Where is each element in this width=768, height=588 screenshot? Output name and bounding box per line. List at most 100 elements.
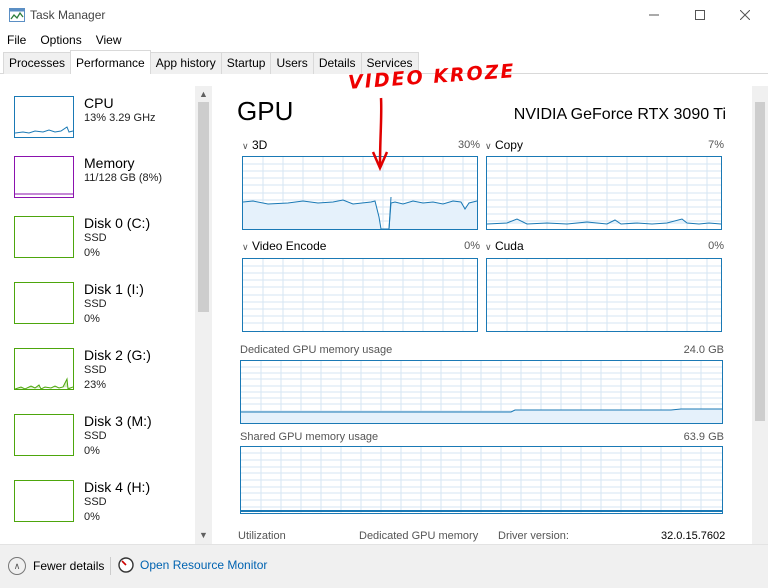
engine-percent: 0% [708,240,724,252]
status-footer: ∧ Fewer details Open Resource Monitor [0,544,768,588]
open-resource-monitor-link[interactable]: Open Resource Monitor [118,557,267,573]
scroll-down-arrow-icon[interactable]: ▼ [199,530,208,540]
sidebar-item-value: 23% [84,379,107,391]
gpu-model-name: NVIDIA GeForce RTX 3090 Ti [513,106,726,123]
sidebar-item-disk-0[interactable]: Disk 0 (C:) SSD 0% [0,212,195,272]
menu-options[interactable]: Options [33,31,88,49]
scroll-up-arrow-icon[interactable]: ▲ [199,89,208,99]
sidebar-item-title: Disk 4 (H:) [84,479,151,495]
close-icon [740,10,750,20]
engine-name: 3D [251,138,268,152]
engine-selector-cuda[interactable]: ∨ Cuda [485,239,524,253]
tab-processes[interactable]: Processes [3,52,72,74]
menu-file[interactable]: File [0,31,33,49]
cpu-mini-chart [14,126,74,134]
close-button[interactable] [722,0,768,30]
utilization-label: Utilization [238,530,286,542]
shared-memory-graph [240,446,723,514]
sidebar-scroll-thumb[interactable] [198,102,209,312]
sidebar-item-detail: SSD [84,496,107,508]
disk-4-thumbnail-graph [14,480,74,522]
sidebar-item-disk-3[interactable]: Disk 3 (M:) SSD 0% [0,410,195,470]
engine-selector-copy[interactable]: ∨ Copy [485,138,523,152]
engine-name: Copy [494,138,523,152]
sidebar-item-title: Disk 0 (C:) [84,215,151,231]
open-resource-monitor-label: Open Resource Monitor [140,558,268,572]
engine-percent: 30% [457,139,480,151]
disk-2-thumbnail-graph [14,348,74,390]
task-manager-window: Task Manager File Options View Processes… [0,0,768,588]
window-title: Task Manager [30,8,106,22]
sidebar-item-title: CPU [84,95,114,111]
engine-percent: 0% [464,240,480,252]
sidebar-item-detail: SSD [84,298,107,310]
engine-percent: 7% [708,139,724,151]
tab-app-history[interactable]: App history [149,52,222,74]
engine-name: Video Encode [251,239,327,253]
dedicated-memory-label: Dedicated GPU memory usage [240,344,393,356]
title-bar: Task Manager [0,0,768,30]
maximize-button[interactable] [677,0,723,30]
sidebar-item-detail: SSD [84,430,107,442]
disk-3-thumbnail-graph [14,414,74,456]
sidebar-item-detail: SSD [84,364,107,376]
menu-bar: File Options View [0,31,129,49]
disk-2-mini-chart [14,377,74,390]
dedicated-memory-graph [240,360,723,424]
engine-selector-3d[interactable]: ∨ 3D [242,138,267,152]
memory-mini-chart [15,193,73,195]
shared-memory-label: Shared GPU memory usage [240,431,379,443]
chevron-down-icon: ∨ [242,242,249,252]
sidebar-item-disk-2[interactable]: Disk 2 (G:) SSD 23% [0,344,195,404]
dedicated-memory-max: 24.0 GB [683,344,724,356]
footer-divider [110,557,111,575]
memory-thumbnail-graph [14,156,74,198]
page-title: GPU [237,96,294,126]
shared-memory-chart [241,447,722,513]
copy-usage-chart [486,157,722,229]
dedicated-memory-chart [241,361,722,423]
engine-graph-video-encode [242,258,478,332]
sidebar-item-value: 0% [84,511,100,523]
video-encode-usage-chart [243,259,477,331]
sidebar-item-disk-4[interactable]: Disk 4 (H:) SSD 0% [0,476,195,536]
chevron-down-icon: ∨ [242,141,249,151]
task-manager-icon [9,8,25,22]
shared-memory-max: 63.9 GB [683,431,724,443]
sidebar-scrollbar[interactable]: ▲ ▼ [195,86,212,544]
engine-selector-video-encode[interactable]: ∨ Video Encode [242,239,326,253]
disk-1-thumbnail-graph [14,282,74,324]
cuda-usage-chart [487,259,721,331]
chevron-down-icon: ∨ [485,242,492,252]
chevron-down-icon: ∨ [485,141,492,151]
resource-monitor-icon [118,557,134,573]
3d-usage-chart [242,157,478,230]
sidebar-item-title: Disk 1 (I:) [84,281,144,297]
fewer-details-button[interactable]: ∧ Fewer details [8,557,104,575]
tab-users[interactable]: Users [270,52,314,74]
dedicated-memory-stat-label: Dedicated GPU memory [359,530,479,542]
sidebar-item-title: Disk 2 (G:) [84,347,151,363]
resource-sidebar: CPU 13% 3.29 GHz Memory 11/128 GB (8%) D… [0,86,212,544]
sidebar-item-cpu[interactable]: CPU 13% 3.29 GHz [0,92,195,152]
minimize-icon [649,14,659,16]
tab-performance[interactable]: Performance [70,50,151,74]
gpu-detail-panel: GPU NVIDIA GeForce RTX 3090 Ti ∨ 3D 30% … [212,86,752,544]
chevron-up-icon: ∧ [8,557,26,575]
sidebar-item-value: 0% [84,247,100,259]
engine-graph-3d [242,156,478,230]
sidebar-item-memory[interactable]: Memory 11/128 GB (8%) [0,152,195,212]
sidebar-item-title: Disk 3 (M:) [84,413,152,429]
menu-view[interactable]: View [89,31,129,49]
cpu-thumbnail-graph [14,96,74,138]
annotation-arrow-icon [371,97,389,172]
minimize-button[interactable] [631,0,677,30]
main-scroll-thumb[interactable] [755,102,765,421]
main-scrollbar[interactable] [752,86,768,544]
driver-version-value: 32.0.15.7602 [661,530,726,542]
tab-startup[interactable]: Startup [220,52,272,74]
sidebar-item-title: Memory [84,155,135,171]
engine-graph-copy [486,156,722,230]
sidebar-item-disk-1[interactable]: Disk 1 (I:) SSD 0% [0,278,195,338]
disk-0-thumbnail-graph [14,216,74,258]
